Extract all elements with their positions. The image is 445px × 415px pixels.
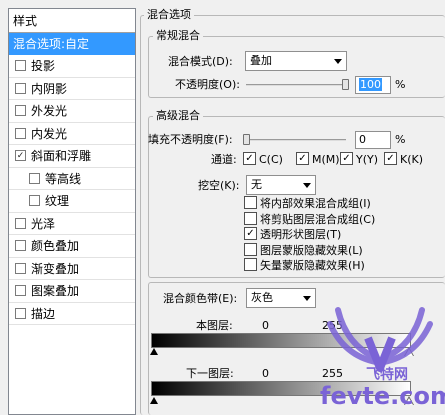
style-item-label: 纹理 <box>45 194 70 208</box>
style-item-label: 外发光 <box>31 104 68 118</box>
fill-opacity-input[interactable]: 0 <box>355 131 391 149</box>
checkbox-icon[interactable] <box>15 105 26 116</box>
channel-label: K(K) <box>400 153 424 166</box>
style-item[interactable]: 外发光 <box>9 100 135 123</box>
general-blending-title: 常规混合 <box>153 29 203 43</box>
checkbox-checked-icon[interactable]: ✓ <box>15 150 26 161</box>
style-item-label: 投影 <box>31 59 56 73</box>
channel-checkbox[interactable]: ✓ <box>296 152 309 165</box>
style-item-label: 渐变叠加 <box>31 261 80 276</box>
advanced-option-label: 透明形状图层(T) <box>260 228 342 241</box>
styles-list: 样式 混合选项:自定 投影内阴影外发光内发光 ✓ 斜面和浮雕等高线纹理光泽颜色叠加渐… <box>8 8 136 415</box>
checkbox-icon[interactable] <box>15 240 26 251</box>
channel-label: M(M) <box>312 153 340 166</box>
styles-header[interactable]: 样式 <box>9 9 135 33</box>
fevte-watermark: 飞特网 fevte.com <box>318 300 445 415</box>
chevron-down-icon <box>303 183 311 188</box>
advanced-option-label: 将内部效果混合成组(I) <box>260 197 371 210</box>
checkbox-icon[interactable] <box>15 262 26 274</box>
chevron-down-icon <box>334 59 342 64</box>
blending-options-title: 混合选项 <box>144 8 194 22</box>
advanced-option-label: 图层蒙版隐藏效果(L) <box>260 243 363 257</box>
style-item[interactable]: 纹理 <box>9 190 135 213</box>
advanced-option-label: 将剪贴图层混合成组(C) <box>260 212 376 226</box>
opacity-slider-track[interactable] <box>246 84 346 86</box>
this-layer-min: 0 <box>262 319 269 332</box>
blend-if-select[interactable]: 灰色 <box>246 288 316 308</box>
style-item-label: 内阴影 <box>31 81 68 96</box>
advanced-option-checkbox[interactable] <box>244 242 257 256</box>
style-item-label: 光泽 <box>31 216 56 231</box>
style-item[interactable]: 内阴影 <box>9 78 135 100</box>
style-item[interactable]: 投影 <box>9 55 135 78</box>
knockout-value: 无 <box>251 178 262 191</box>
checkbox-icon[interactable] <box>29 172 40 184</box>
knockout-select[interactable]: 无 <box>246 175 316 195</box>
channel-checkbox[interactable]: ✓ <box>243 152 256 165</box>
blend-mode-value: 叠加 <box>250 54 272 67</box>
underlying-layer-min: 0 <box>262 367 269 380</box>
underlying-layer-black-slider[interactable] <box>150 397 158 404</box>
checkbox-icon[interactable] <box>15 60 26 71</box>
style-item-label: 等高线 <box>45 171 82 186</box>
advanced-option-checkbox[interactable] <box>244 211 257 225</box>
fill-opacity-slider-thumb[interactable] <box>243 134 250 145</box>
checkbox-icon[interactable] <box>15 307 26 319</box>
checkbox-icon[interactable] <box>15 127 26 139</box>
opacity-input[interactable]: 100 <box>355 76 391 94</box>
blend-mode-select[interactable]: 叠加 <box>245 51 347 71</box>
watermark-brand: 飞特网 <box>366 367 408 383</box>
opacity-unit: % <box>395 78 406 91</box>
this-layer-label: 本图层: <box>196 319 233 332</box>
watermark-url: fevte.com <box>320 382 445 410</box>
style-item[interactable]: 渐变叠加 <box>9 258 135 280</box>
style-item-label: 颜色叠加 <box>31 239 80 253</box>
blend-mode-label: 混合模式(D): <box>168 55 233 68</box>
fill-opacity-slider-track[interactable] <box>246 139 346 141</box>
opacity-value: 100 <box>359 78 382 91</box>
fill-opacity-label: 填充不透明度(F): <box>148 133 233 146</box>
channels-label: 通道: <box>211 153 237 166</box>
channel-checkbox[interactable]: ✓ <box>340 152 353 165</box>
advanced-blending-title: 高级混合 <box>153 109 203 123</box>
fill-opacity-value: 0 <box>359 133 366 146</box>
checkbox-icon[interactable] <box>15 285 26 296</box>
style-item-label: 内发光 <box>31 126 68 141</box>
style-item-label: 斜面和浮雕 <box>31 149 92 163</box>
knockout-label: 挖空(K): <box>198 179 240 192</box>
blend-if-value: 灰色 <box>251 291 273 304</box>
blend-options-item[interactable]: 混合选项:自定 <box>9 33 135 55</box>
style-item[interactable]: ✓ 斜面和浮雕 <box>9 145 135 168</box>
advanced-option-label: 矢量蒙版隐藏效果(H) <box>260 259 365 272</box>
opacity-slider-thumb[interactable] <box>342 79 349 90</box>
advanced-option-checkbox[interactable] <box>244 196 257 209</box>
style-item[interactable]: 颜色叠加 <box>9 235 135 258</box>
advanced-option-checkbox[interactable] <box>244 258 257 271</box>
fill-opacity-unit: % <box>395 133 406 146</box>
this-layer-black-slider[interactable] <box>150 348 158 355</box>
channel-checkbox[interactable]: ✓ <box>384 152 397 165</box>
advanced-option-checkbox[interactable]: ✓ <box>244 227 257 240</box>
style-item[interactable]: 描边 <box>9 303 135 325</box>
checkbox-icon[interactable] <box>29 195 40 206</box>
opacity-label: 不透明度(O): <box>175 78 240 91</box>
style-item-label: 描边 <box>31 306 56 321</box>
channel-label: Y(Y) <box>356 153 379 166</box>
style-item-label: 图案叠加 <box>31 284 80 298</box>
channel-label: C(C) <box>259 153 283 166</box>
style-item[interactable]: 图案叠加 <box>9 280 135 303</box>
checkbox-icon[interactable] <box>15 217 26 229</box>
style-item[interactable]: 内发光 <box>9 123 135 145</box>
underlying-layer-label: 下一图层: <box>186 367 234 380</box>
style-item[interactable]: 等高线 <box>9 168 135 190</box>
checkbox-icon[interactable] <box>15 82 26 94</box>
blend-if-label: 混合颜色带(E): <box>163 292 238 305</box>
style-item[interactable]: 光泽 <box>9 213 135 235</box>
chevron-down-icon <box>303 296 311 301</box>
